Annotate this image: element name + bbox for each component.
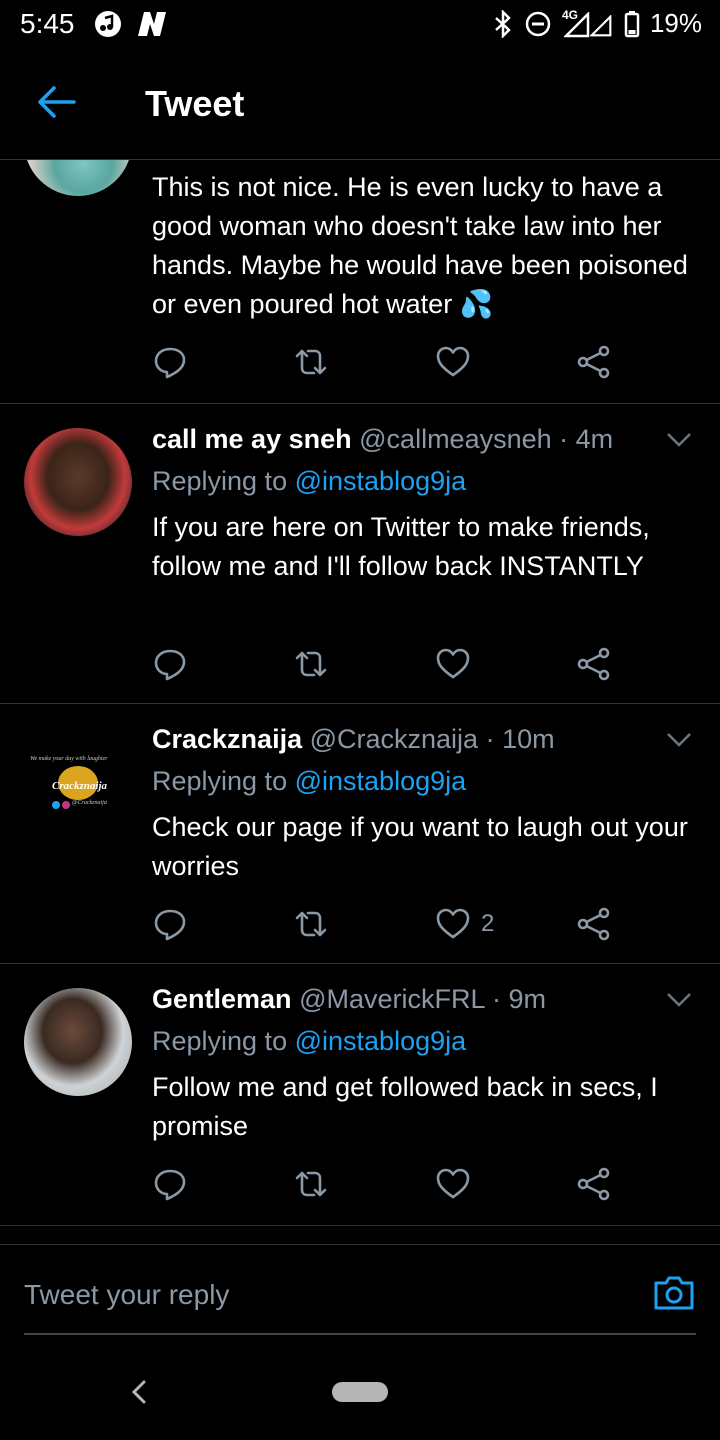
avatar[interactable] <box>24 428 132 536</box>
status-time: 5:45 <box>20 8 75 39</box>
reply-button[interactable] <box>152 644 188 684</box>
handle-timestamp: @MaverickFRL · 9m <box>299 984 546 1014</box>
music-app-icon <box>95 11 121 37</box>
instagram-icon <box>62 801 70 809</box>
retweet-icon <box>295 1171 327 1197</box>
tweet-item[interactable]: Gentleman @MaverickFRL · 9m Replying to … <box>0 964 720 1226</box>
reply-composer <box>0 1244 720 1344</box>
mention-link[interactable]: @instablog9ja <box>295 466 467 496</box>
replying-label: Replying to <box>152 1026 288 1056</box>
tweet-actions: 2 <box>152 904 632 944</box>
mention-link[interactable]: @instablog9ja <box>295 766 467 796</box>
back-arrow-icon[interactable] <box>34 80 78 124</box>
share-button[interactable] <box>576 644 612 684</box>
tweet-text: Check our page if you want to laugh out … <box>152 812 688 881</box>
share-icon <box>577 345 610 379</box>
battery-level: 19% <box>649 8 702 38</box>
reply-icon <box>154 909 186 941</box>
avatar[interactable]: We make your day with laughter Crackznai… <box>24 728 132 836</box>
chevron-down-icon[interactable] <box>666 992 692 1008</box>
camera-icon[interactable] <box>652 1271 696 1315</box>
share-button[interactable] <box>576 904 612 944</box>
retweet-icon <box>295 911 327 937</box>
like-button[interactable] <box>435 342 481 382</box>
heart-icon <box>436 908 470 939</box>
share-button[interactable] <box>576 1164 612 1204</box>
reply-button[interactable] <box>152 904 188 944</box>
reply-button[interactable] <box>152 1164 188 1204</box>
input-underline <box>24 1333 696 1335</box>
tweet-item[interactable]: We make your day with laughter Crackznai… <box>0 704 720 964</box>
signal-icon <box>563 11 590 37</box>
heart-icon <box>436 346 470 377</box>
bluetooth-icon <box>495 9 511 38</box>
share-icon <box>577 647 610 681</box>
tweet-item[interactable]: call me ay sneh @callmeaysneh · 4m Reply… <box>0 404 720 704</box>
replying-label: Replying to <box>152 766 288 796</box>
retweet-icon <box>295 349 327 375</box>
reply-icon <box>154 1169 186 1201</box>
heart-icon <box>436 1168 470 1199</box>
replying-to: Replying to @instablog9ja <box>152 466 466 497</box>
battery-icon <box>624 10 640 37</box>
tweet-header: Gentleman @MaverickFRL · 9m <box>152 984 546 1015</box>
handle-timestamp: @callmeaysneh · 4m <box>359 424 614 454</box>
reply-input[interactable] <box>24 1273 624 1317</box>
like-button[interactable] <box>435 644 481 684</box>
home-pill[interactable] <box>332 1382 388 1402</box>
tweet-text: Follow me and get followed back in secs,… <box>152 1072 658 1141</box>
reply-button[interactable] <box>152 342 188 382</box>
chevron-down-icon[interactable] <box>666 732 692 748</box>
tweet-actions <box>152 342 632 382</box>
tweet-item[interactable]: This is not nice. He is even lucky to ha… <box>0 160 720 404</box>
do-not-disturb-icon <box>525 11 551 36</box>
retweet-button[interactable] <box>293 904 329 944</box>
share-icon <box>577 1167 610 1201</box>
avatar[interactable] <box>24 160 132 196</box>
heart-icon <box>436 648 470 679</box>
retweet-button[interactable] <box>293 644 329 684</box>
signal-icon-2 <box>589 14 612 36</box>
share-button[interactable] <box>576 342 612 382</box>
share-icon <box>577 907 610 941</box>
like-button[interactable]: 2 <box>435 904 494 944</box>
nav-back-icon[interactable] <box>128 1378 150 1406</box>
retweet-button[interactable] <box>293 1164 329 1204</box>
status-icons: 4G 19% <box>492 8 702 39</box>
signal-group: 4G <box>562 8 614 38</box>
replying-to: Replying to @instablog9ja <box>152 766 466 797</box>
like-button[interactable] <box>435 1164 481 1204</box>
tweet-actions <box>152 644 632 684</box>
like-count: 2 <box>481 910 495 937</box>
news-app-icon <box>138 12 166 36</box>
avatar[interactable] <box>24 988 132 1096</box>
avatar-tagline: We make your day with laughter <box>30 756 108 762</box>
page-title: Tweet <box>145 83 245 124</box>
replying-label: Replying to <box>152 466 288 496</box>
status-bar: 5:45 4G 19% <box>0 0 720 50</box>
mention-link[interactable]: @instablog9ja <box>295 1026 467 1056</box>
tweet-header: call me ay sneh @callmeaysneh · 4m <box>152 424 613 455</box>
tweet-text: This is not nice. He is even lucky to ha… <box>152 172 688 319</box>
display-name[interactable]: Crackznaija <box>152 724 302 754</box>
retweet-button[interactable] <box>293 342 329 382</box>
reply-icon <box>154 649 186 681</box>
replying-to: Replying to @instablog9ja <box>152 1026 466 1057</box>
reply-icon <box>154 347 186 379</box>
avatar-handle: @Crackznaija <box>72 800 107 806</box>
top-app-bar: Tweet <box>0 50 720 160</box>
tweet-text: If you are here on Twitter to make frien… <box>152 512 650 581</box>
retweet-icon <box>295 651 327 677</box>
chevron-down-icon[interactable] <box>666 432 692 448</box>
handle-timestamp: @Crackznaija · 10m <box>309 724 555 754</box>
twitter-icon <box>52 801 60 809</box>
avatar-brand: Crackznaija <box>52 780 108 792</box>
display-name[interactable]: call me ay sneh <box>152 424 352 454</box>
tweet-header: Crackznaija @Crackznaija · 10m <box>152 724 555 755</box>
display-name[interactable]: Gentleman <box>152 984 292 1014</box>
tweet-actions <box>152 1164 632 1204</box>
